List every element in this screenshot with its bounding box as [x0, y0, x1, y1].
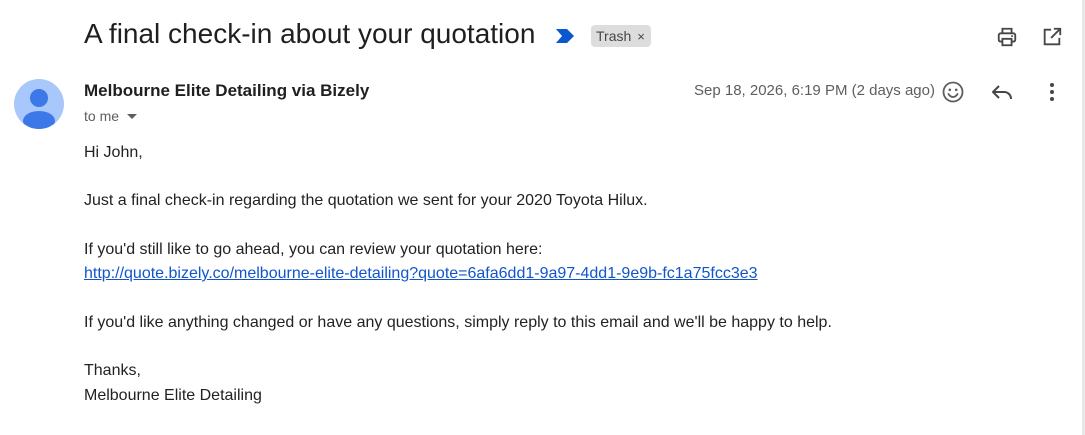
add-reaction-button[interactable]	[937, 76, 969, 108]
label-chip-text: Trash	[596, 28, 632, 44]
open-in-new-window-icon	[1043, 27, 1062, 46]
email-subject: A final check-in about your quotation	[84, 18, 536, 49]
more-vert-icon	[1050, 83, 1054, 101]
recipient-text: to me	[84, 108, 120, 124]
print-button[interactable]	[991, 21, 1023, 53]
body-paragraph-3: If you'd like anything changed or have a…	[84, 314, 832, 331]
message-date: Sep 18, 2026, 6:19 PM (2 days ago)	[694, 82, 935, 99]
recipient-details-toggle[interactable]: to me	[84, 108, 138, 124]
body-greeting: Hi John,	[84, 144, 143, 161]
emoji-reaction-icon	[942, 81, 964, 103]
quotation-link[interactable]: http://quote.bizely.co/melbourne-elite-d…	[84, 265, 758, 283]
label-chip-trash[interactable]: Trash ×	[591, 25, 651, 47]
body-paragraph-2: If you'd still like to go ahead, you can…	[84, 241, 543, 258]
body-signature: Melbourne Elite Detailing	[84, 387, 262, 404]
reply-button[interactable]	[986, 76, 1018, 108]
print-icon	[997, 27, 1017, 47]
open-in-new-window-button[interactable]	[1036, 21, 1068, 53]
importance-marker-icon[interactable]	[556, 29, 574, 43]
default-avatar-icon	[23, 89, 55, 129]
body-paragraph-1: Just a final check-in regarding the quot…	[84, 192, 648, 209]
remove-label-icon[interactable]: ×	[637, 29, 645, 44]
caret-down-icon	[127, 113, 138, 119]
avatar[interactable]	[14, 79, 64, 129]
body-signoff: Thanks,	[84, 362, 141, 379]
more-options-button[interactable]	[1036, 76, 1068, 108]
sender-name[interactable]: Melbourne Elite Detailing via Bizely	[84, 81, 369, 101]
reply-icon	[992, 85, 1012, 100]
